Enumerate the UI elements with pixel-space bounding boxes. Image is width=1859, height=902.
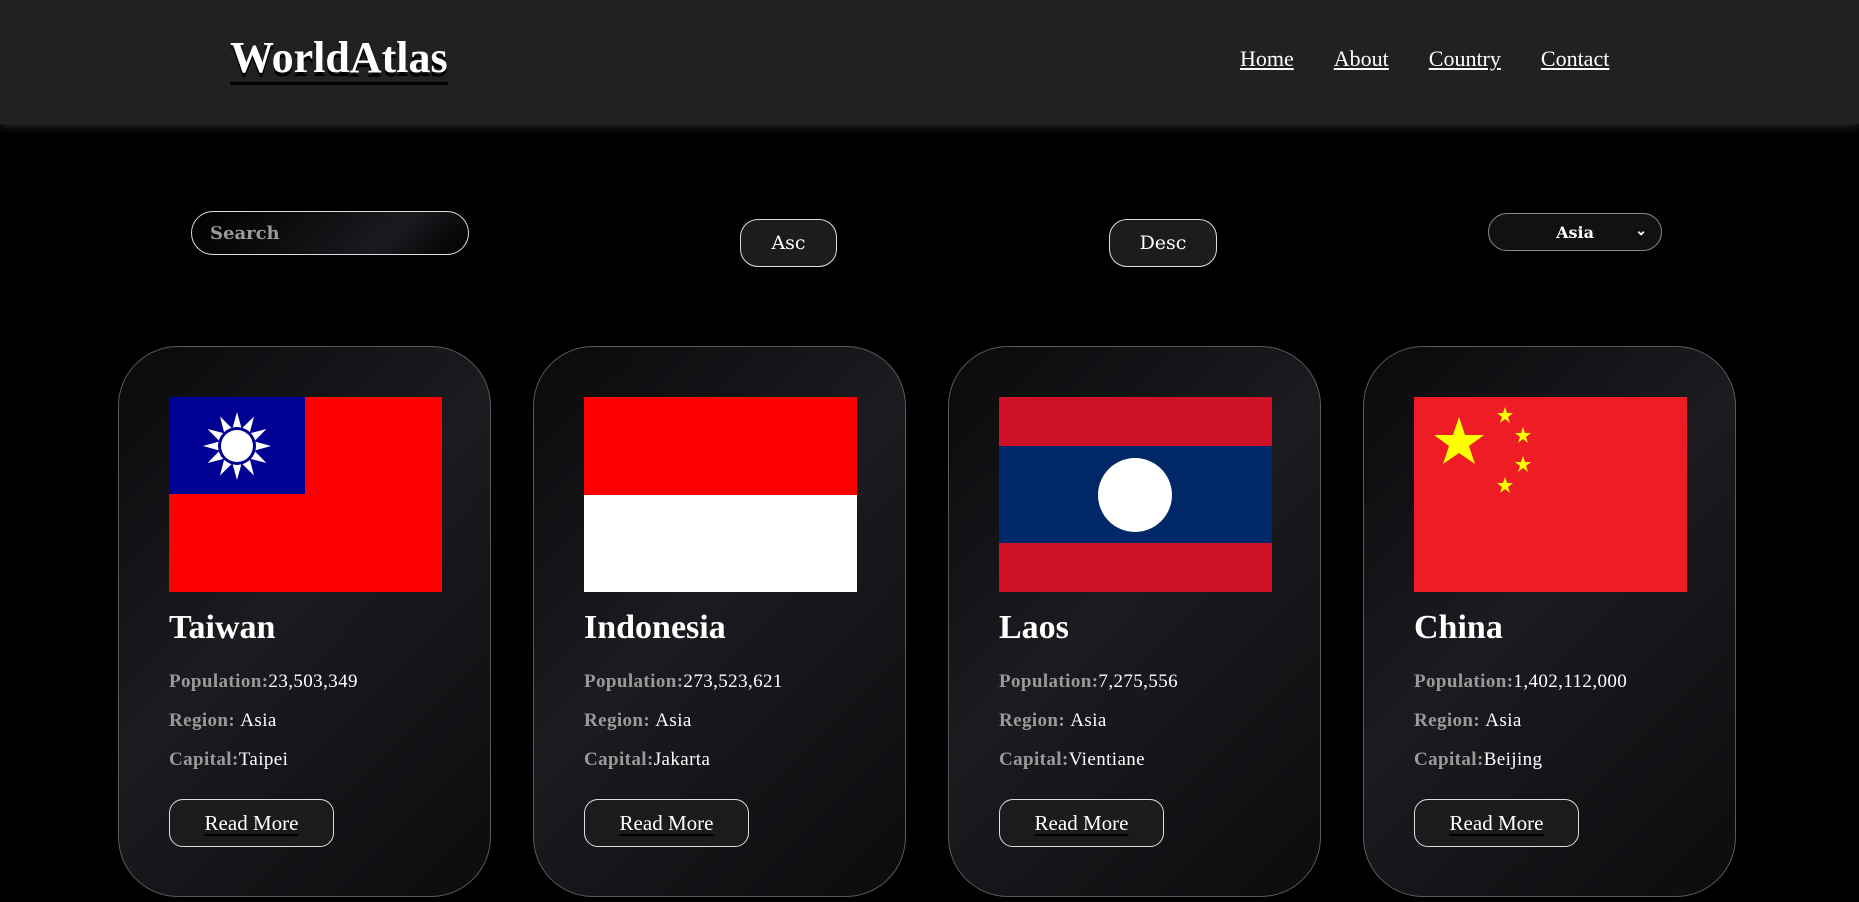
population-label: Population: bbox=[584, 671, 684, 692]
capital-row: Capital:Beijing bbox=[1414, 749, 1542, 771]
region-label: Region: bbox=[999, 710, 1071, 731]
site-header: WorldAtlas Home About Country Contact bbox=[0, 0, 1859, 124]
region-value: Asia bbox=[240, 710, 277, 731]
capital-value: Beijing bbox=[1483, 749, 1543, 770]
region-row: Region: Asia bbox=[169, 710, 277, 732]
country-name: Laos bbox=[999, 609, 1069, 646]
population-value: 23,503,349 bbox=[268, 671, 358, 692]
country-card: Taiwan Population:23,503,349 Region: Asi… bbox=[118, 346, 491, 897]
nav-contact-link[interactable]: Contact bbox=[1541, 46, 1609, 72]
read-more-button[interactable]: Read More bbox=[1414, 799, 1579, 847]
country-name: Taiwan bbox=[169, 609, 276, 646]
population-row: Population:23,503,349 bbox=[169, 671, 358, 693]
population-label: Population: bbox=[1414, 671, 1514, 692]
population-value: 273,523,621 bbox=[683, 671, 783, 692]
capital-label: Capital: bbox=[584, 749, 654, 770]
main-nav: Home About Country Contact bbox=[1240, 46, 1609, 72]
nav-home-link[interactable]: Home bbox=[1240, 46, 1294, 72]
region-label: Region: bbox=[1414, 710, 1486, 731]
population-label: Population: bbox=[169, 671, 269, 692]
population-label: Population: bbox=[999, 671, 1099, 692]
search-input[interactable] bbox=[191, 211, 469, 255]
region-row: Region: Asia bbox=[999, 710, 1107, 732]
indonesia-flag-image bbox=[584, 397, 857, 592]
capital-label: Capital: bbox=[999, 749, 1069, 770]
country-card: Indonesia Population:273,523,621 Region:… bbox=[533, 346, 906, 897]
read-more-button[interactable]: Read More bbox=[584, 799, 749, 847]
population-value: 1,402,112,000 bbox=[1513, 671, 1628, 692]
region-value: Asia bbox=[655, 710, 692, 731]
capital-row: Capital:Jakarta bbox=[584, 749, 710, 771]
chevron-down-icon: ⌄ bbox=[1635, 223, 1647, 239]
capital-row: Capital:Vientiane bbox=[999, 749, 1145, 771]
nav-country-link[interactable]: Country bbox=[1429, 46, 1501, 72]
nav-about-link[interactable]: About bbox=[1334, 46, 1389, 72]
capital-value: Jakarta bbox=[653, 749, 711, 770]
taiwan-flag-image bbox=[169, 397, 442, 592]
region-select[interactable]: Asia ⌄ bbox=[1488, 213, 1662, 251]
sort-asc-button[interactable]: Asc bbox=[740, 219, 837, 267]
population-value: 7,275,556 bbox=[1098, 671, 1179, 692]
china-flag-image bbox=[1414, 397, 1687, 592]
read-more-button[interactable]: Read More bbox=[169, 799, 334, 847]
region-value: Asia bbox=[1070, 710, 1107, 731]
read-more-button[interactable]: Read More bbox=[999, 799, 1164, 847]
region-row: Region: Asia bbox=[584, 710, 692, 732]
population-row: Population:273,523,621 bbox=[584, 671, 783, 693]
capital-value: Vientiane bbox=[1068, 749, 1146, 770]
region-select-value: Asia bbox=[1556, 222, 1594, 242]
capital-value: Taipei bbox=[238, 749, 289, 770]
capital-row: Capital:Taipei bbox=[169, 749, 288, 771]
region-value: Asia bbox=[1485, 710, 1522, 731]
country-name: Indonesia bbox=[584, 609, 726, 646]
region-label: Region: bbox=[169, 710, 241, 731]
capital-label: Capital: bbox=[1414, 749, 1484, 770]
country-card: Laos Population:7,275,556 Region: Asia C… bbox=[948, 346, 1321, 897]
laos-flag-image bbox=[999, 397, 1272, 592]
sort-desc-button[interactable]: Desc bbox=[1109, 219, 1217, 267]
country-card: China Population:1,402,112,000 Region: A… bbox=[1363, 346, 1736, 897]
site-logo[interactable]: WorldAtlas bbox=[230, 33, 448, 86]
region-row: Region: Asia bbox=[1414, 710, 1522, 732]
population-row: Population:7,275,556 bbox=[999, 671, 1178, 693]
population-row: Population:1,402,112,000 bbox=[1414, 671, 1627, 693]
country-name: China bbox=[1414, 609, 1503, 646]
capital-label: Capital: bbox=[169, 749, 239, 770]
region-label: Region: bbox=[584, 710, 656, 731]
